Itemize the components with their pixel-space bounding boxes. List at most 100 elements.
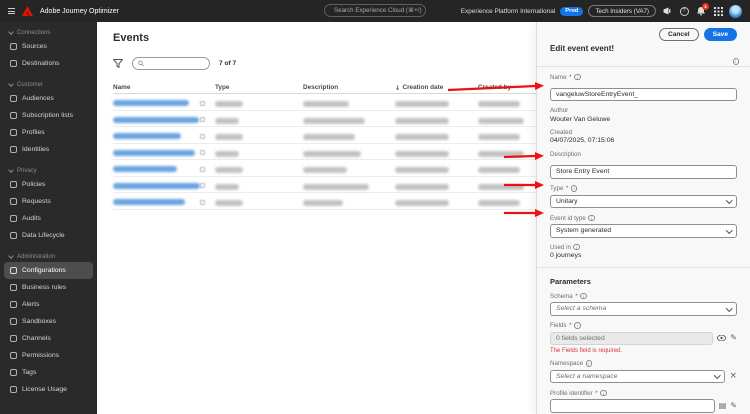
notification-badge: 1 <box>702 3 709 10</box>
info-icon[interactable] <box>585 360 593 367</box>
column-header-description[interactable]: Description <box>303 84 395 91</box>
sidebar-item-tags[interactable]: Tags <box>4 364 93 381</box>
clear-namespace-icon[interactable] <box>729 372 737 381</box>
info-icon[interactable] <box>574 73 581 81</box>
data-picker-icon[interactable] <box>719 402 727 410</box>
event-name-link[interactable] <box>113 116 199 123</box>
sidebar-item-label: Sources <box>22 43 47 50</box>
column-header-creation-date[interactable]: Creation date <box>395 84 478 92</box>
info-icon[interactable] <box>580 292 587 300</box>
sidebar-item-license-usage[interactable]: License Usage <box>4 381 93 398</box>
preview-eye-icon[interactable] <box>717 335 727 342</box>
sidebar-item-business-rules[interactable]: Business rules <box>4 279 93 296</box>
required-asterisk: * <box>595 389 598 397</box>
sidebar-item-identities[interactable]: Identities <box>4 141 93 158</box>
chevron-down-icon <box>8 29 14 35</box>
info-icon[interactable] <box>574 322 581 329</box>
sandbox-selector[interactable]: Tech Insiders (VA7) <box>588 5 656 17</box>
table-row[interactable] <box>113 193 536 210</box>
sidebar-nav: Connections Sources Destinations Customer Au… <box>0 22 97 414</box>
filter-funnel-icon[interactable] <box>113 59 123 68</box>
help-icon[interactable] <box>678 5 690 17</box>
sidebar-item-policies[interactable]: Policies <box>4 176 93 193</box>
table-row[interactable] <box>113 111 536 127</box>
event-lock-icon <box>200 117 205 122</box>
section-label: Administration <box>17 254 56 260</box>
chevron-down-icon <box>8 81 14 87</box>
sidebar-item-profiles[interactable]: Profiles <box>4 124 93 141</box>
sidebar-item-sandboxes[interactable]: Sandboxes <box>4 313 93 330</box>
table-row[interactable] <box>113 127 536 144</box>
sidebar-section-privacy[interactable]: Privacy <box>0 166 97 176</box>
notifications-bell-icon[interactable]: 1 <box>695 3 709 17</box>
announcements-icon[interactable] <box>661 5 673 17</box>
event-created-by-text <box>478 167 520 173</box>
column-header-type[interactable]: Type <box>215 84 303 91</box>
topbar: Adobe Journey Optimizer Search Experienc… <box>0 0 750 22</box>
sidebar-section-customer[interactable]: Customer <box>0 80 97 90</box>
avatar[interactable] <box>729 4 742 18</box>
sandboxes-icon <box>10 318 17 325</box>
column-header-created-by[interactable]: Created by <box>478 84 536 91</box>
sidebar-item-destinations[interactable]: Destinations <box>4 55 93 72</box>
table-row[interactable] <box>113 177 536 193</box>
sidebar-item-subscription-lists[interactable]: Subscription lists <box>4 107 93 124</box>
description-input[interactable] <box>550 165 737 179</box>
event-name-link[interactable] <box>113 133 181 139</box>
profile-identifier-input[interactable] <box>550 399 715 413</box>
table-row[interactable] <box>113 160 536 177</box>
edit-fields-pencil-icon[interactable] <box>730 334 737 342</box>
table-row[interactable] <box>113 144 536 160</box>
schema-select[interactable]: Select a schema <box>550 302 737 316</box>
sidebar-item-channels[interactable]: Channels <box>4 330 93 347</box>
save-button[interactable]: Save <box>703 28 737 41</box>
sidebar-section-administration[interactable]: Administration <box>0 252 97 262</box>
event-name-link[interactable] <box>113 149 195 156</box>
sidebar-item-label: Sandboxes <box>22 318 57 325</box>
sidebar-item-requests[interactable]: Requests <box>4 193 93 210</box>
sidebar-item-data-lifecycle[interactable]: Data Lifecycle <box>4 227 93 244</box>
column-header-name[interactable]: Name <box>113 84 215 91</box>
sidebar-section-connections[interactable]: Connections <box>0 28 97 38</box>
events-search-input[interactable] <box>147 60 204 67</box>
table-row[interactable] <box>113 94 536 111</box>
sidebar-item-audiences[interactable]: Audiences <box>4 90 93 107</box>
info-icon[interactable] <box>570 185 578 192</box>
type-select-value: Unitary <box>556 197 578 205</box>
app-switcher-icon[interactable] <box>712 5 724 17</box>
type-select[interactable]: Unitary <box>550 194 737 208</box>
sidebar-item-configurations[interactable]: Configurations <box>4 262 93 279</box>
sidebar-item-label: Audits <box>22 215 41 222</box>
required-asterisk: * <box>575 292 578 300</box>
info-icon[interactable] <box>588 214 595 222</box>
sidebar-item-permissions[interactable]: Permissions <box>4 347 93 364</box>
menu-icon[interactable] <box>8 8 15 14</box>
event-name-link[interactable] <box>113 182 200 189</box>
event-name-link[interactable] <box>113 100 189 106</box>
sidebar-item-label: License Usage <box>22 386 67 393</box>
event-lock-icon <box>200 100 205 106</box>
info-icon[interactable] <box>600 389 607 397</box>
sidebar-item-label: Requests <box>22 198 51 205</box>
event-creation-date-text <box>395 200 449 206</box>
sidebar-item-alerts[interactable]: Alerts <box>4 296 93 313</box>
subscription-lists-icon <box>10 112 17 119</box>
sidebar-item-audits[interactable]: Audits <box>4 210 93 227</box>
cancel-button[interactable]: Cancel <box>658 28 699 41</box>
event-id-type-select[interactable]: System generated <box>550 224 737 238</box>
edit-profile-identifier-pencil-icon[interactable] <box>730 402 737 410</box>
global-search-input[interactable]: Search Experience Cloud (⌘+/) <box>324 4 426 17</box>
info-icon[interactable] <box>573 243 580 251</box>
events-table-body <box>113 94 536 210</box>
audiences-icon <box>10 95 17 102</box>
sidebar-item-sources[interactable]: Sources <box>4 38 93 55</box>
panel-info-icon[interactable] <box>732 58 739 65</box>
event-id-type-field: Event id type System generated <box>550 215 737 238</box>
global-search-placeholder: Search Experience Cloud (⌘+/) <box>334 7 422 14</box>
tags-icon <box>10 369 17 376</box>
name-input[interactable] <box>550 87 737 102</box>
event-name-link[interactable] <box>113 166 177 172</box>
namespace-select[interactable]: Select a namespace <box>550 369 726 383</box>
event-name-link[interactable] <box>113 199 185 205</box>
sidebar-item-label: Tags <box>22 369 37 376</box>
